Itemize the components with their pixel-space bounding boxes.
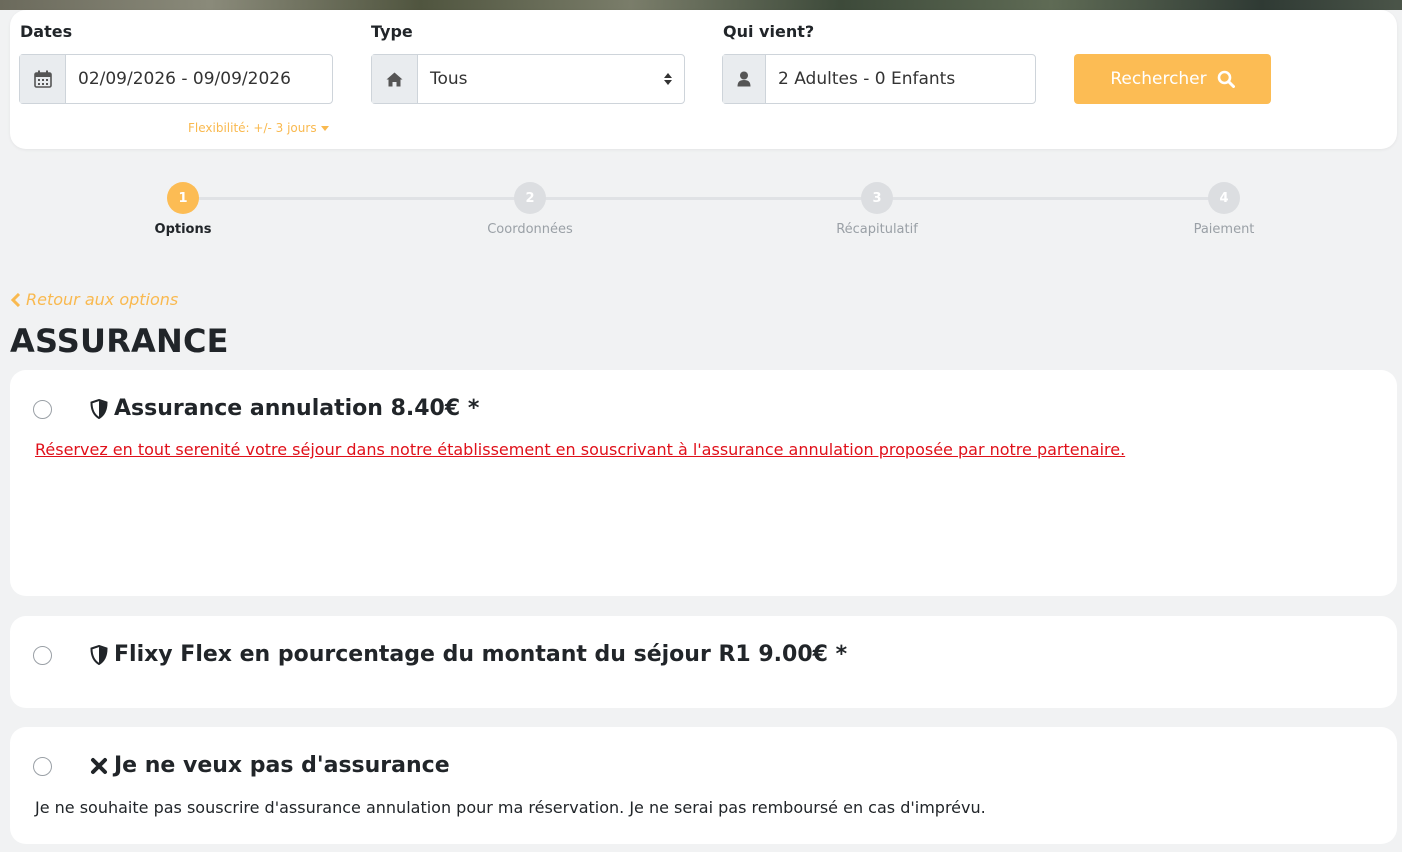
dates-label: Dates — [20, 22, 73, 41]
back-link-label: Retour aux options — [26, 290, 179, 309]
insurance-option-cancellation[interactable]: Assurance annulation 8.40€ * Réservez en… — [10, 370, 1397, 596]
user-icon — [723, 55, 766, 103]
step-paiement: 4 Paiement — [1149, 182, 1299, 237]
option-description: Je ne souhaite pas souscrire d'assurance… — [35, 798, 986, 817]
step-label: Récapitulatif — [836, 222, 918, 237]
step-coordonnees: 2 Coordonnées — [455, 182, 605, 237]
option-description-link[interactable]: Réservez en tout serenité votre séjour d… — [35, 440, 1125, 459]
option-title: Flixy Flex en pourcentage du montant du … — [114, 642, 848, 667]
option-title-row: Je ne veux pas d'assurance — [90, 753, 450, 778]
close-icon — [91, 757, 107, 774]
option-radio[interactable] — [33, 400, 52, 419]
step-recapitulatif: 3 Récapitulatif — [802, 182, 952, 237]
page-title: ASSURANCE — [10, 322, 229, 360]
step-number: 4 — [1208, 182, 1240, 214]
step-label: Options — [154, 222, 212, 237]
option-title-row: Assurance annulation 8.40€ * — [90, 396, 479, 421]
guests-label: Qui vient? — [723, 22, 815, 41]
type-select[interactable]: Tous — [371, 54, 685, 104]
type-selected: Tous — [430, 69, 468, 89]
option-title: Je ne veux pas d'assurance — [114, 753, 450, 778]
shield-icon — [90, 644, 108, 665]
dates-value[interactable]: 02/09/2026 - 09/09/2026 — [66, 55, 332, 103]
option-radio[interactable] — [33, 646, 52, 665]
select-arrows-icon — [664, 73, 672, 85]
back-to-options-link[interactable]: Retour aux options — [11, 290, 178, 309]
booking-stepper: 1 Options 2 Coordonnées 3 Récapitulatif … — [0, 180, 1402, 250]
insurance-option-none[interactable]: Je ne veux pas d'assurance Je ne souhait… — [10, 727, 1397, 844]
search-icon — [1217, 70, 1235, 88]
step-label: Paiement — [1193, 222, 1255, 237]
search-bar: Dates 02/09/2026 - 09/09/2026 Flexibilit… — [10, 10, 1397, 149]
insurance-option-flixy-flex[interactable]: Flixy Flex en pourcentage du montant du … — [10, 616, 1397, 708]
home-icon — [372, 55, 418, 103]
search-button-label: Rechercher — [1110, 69, 1207, 89]
option-title: Assurance annulation 8.40€ * — [114, 396, 480, 421]
option-title-row: Flixy Flex en pourcentage du montant du … — [90, 642, 847, 667]
step-number: 2 — [514, 182, 546, 214]
caret-down-icon — [320, 125, 329, 131]
stepper-line — [183, 197, 1224, 200]
shield-icon — [90, 398, 108, 419]
guests-field[interactable]: 2 Adultes - 0 Enfants — [722, 54, 1036, 104]
flexibility-label: Flexibilité: +/- 3 jours — [188, 121, 317, 135]
option-radio[interactable] — [33, 757, 52, 776]
type-label: Type — [371, 22, 413, 41]
guests-value[interactable]: 2 Adultes - 0 Enfants — [766, 55, 1035, 103]
calendar-icon — [20, 55, 66, 103]
chevron-left-icon — [11, 292, 21, 307]
step-number: 1 — [167, 182, 199, 214]
step-label: Coordonnées — [487, 222, 573, 237]
dates-field[interactable]: 02/09/2026 - 09/09/2026 — [19, 54, 333, 104]
type-value[interactable]: Tous — [418, 55, 684, 103]
step-number: 3 — [861, 182, 893, 214]
hero-image-strip — [0, 0, 1402, 10]
step-options[interactable]: 1 Options — [108, 182, 258, 237]
flexibility-dropdown[interactable]: Flexibilité: +/- 3 jours — [188, 121, 329, 135]
search-button[interactable]: Rechercher — [1074, 54, 1271, 104]
